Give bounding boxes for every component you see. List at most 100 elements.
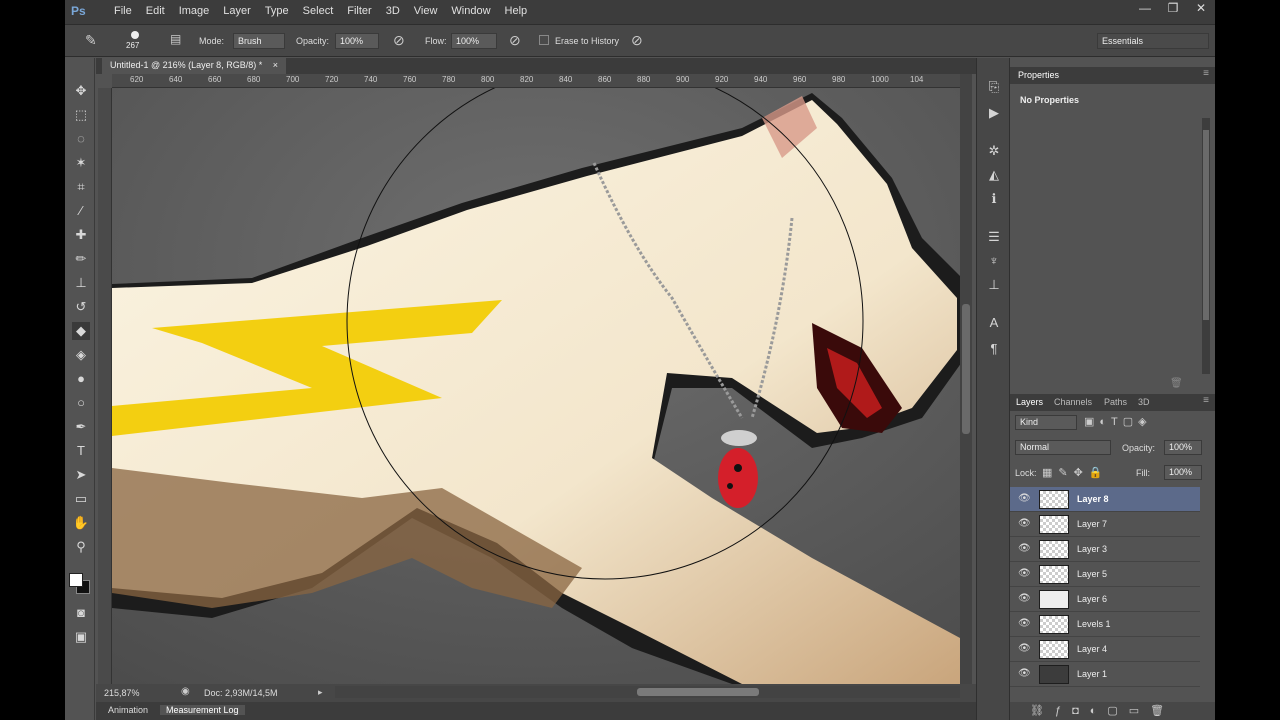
properties-scrollbar[interactable] [1202, 118, 1210, 374]
airbrush-icon[interactable]: ⊘ [509, 32, 521, 49]
menu-filter[interactable]: Filter [340, 5, 378, 17]
tab-paths[interactable]: Paths [1104, 397, 1127, 407]
brush-preset-picker[interactable]: 267 [125, 30, 147, 52]
tab-layers[interactable]: Layers [1016, 397, 1043, 407]
close-tab-icon[interactable]: × [273, 60, 278, 70]
vertical-scrollbar[interactable] [960, 74, 972, 684]
type-tool-icon[interactable]: T [72, 442, 90, 460]
quick-mask-icon[interactable]: ◙ [72, 604, 90, 622]
visibility-eye-icon[interactable]: 👁 [1018, 568, 1031, 579]
menu-help[interactable]: Help [498, 5, 535, 17]
pressure-size-icon[interactable]: ⊘ [631, 32, 643, 49]
workspace-select[interactable]: Essentials [1097, 33, 1209, 49]
document-canvas[interactable] [112, 88, 960, 684]
healing-brush-tool-icon[interactable]: ✚ [72, 226, 90, 244]
status-menu-arrow-icon[interactable]: ▸ [318, 687, 323, 698]
visibility-eye-icon[interactable]: 👁 [1018, 618, 1031, 629]
menu-view[interactable]: View [407, 5, 445, 17]
menu-file[interactable]: File [107, 5, 139, 17]
menu-layer[interactable]: Layer [216, 5, 258, 17]
history-brush-tool-icon[interactable]: ↺ [72, 298, 90, 316]
horizontal-scrollbar[interactable] [335, 686, 960, 698]
eraser-tool-icon[interactable]: ✎ [85, 32, 97, 49]
layer-row[interactable]: 👁 Layer 5 [1010, 562, 1200, 587]
brush-tool-icon[interactable]: ✏ [72, 250, 90, 268]
filter-kind-select[interactable]: Kind [1015, 415, 1077, 430]
layer-opacity-input[interactable]: 100% [1164, 440, 1202, 455]
layer-action-icons[interactable]: ⛓ƒ◘◐▢▭🗑 [1030, 704, 1175, 717]
screen-mode-icon[interactable]: ▣ [72, 628, 90, 646]
layer-filter-icons[interactable]: ▣◐T▢◈ [1084, 415, 1152, 428]
brush-panel-icon[interactable]: ▤ [170, 32, 181, 46]
layer-row[interactable]: 👁 Levels 1 [1010, 612, 1200, 637]
adjustments-panel-icon[interactable]: ☰ [985, 228, 1003, 246]
tab-3d[interactable]: 3D [1138, 397, 1150, 407]
tab-measurement-log[interactable]: Measurement Log [160, 705, 245, 715]
crop-tool-icon[interactable]: ⌗ [72, 178, 90, 196]
brush-presets-panel-icon[interactable]: ✲ [985, 142, 1003, 160]
erase-history-checkbox[interactable] [539, 35, 549, 45]
quick-select-tool-icon[interactable]: ✶ [72, 154, 90, 172]
info-panel-icon[interactable]: ℹ [985, 190, 1003, 208]
layers-menu-icon[interactable]: ≡ [1203, 395, 1209, 406]
move-tool-icon[interactable]: ✥ [72, 82, 90, 100]
tab-channels[interactable]: Channels [1054, 397, 1092, 407]
character-panel-icon[interactable]: A [985, 314, 1003, 332]
tab-animation[interactable]: Animation [102, 705, 154, 715]
zoom-level[interactable]: 215,87% [104, 688, 140, 698]
styles-panel-icon[interactable]: ♆ [985, 252, 1003, 270]
layer-row[interactable]: 👁 Layer 1 [1010, 662, 1200, 687]
flow-input[interactable]: 100% [451, 33, 497, 49]
minimize-button[interactable]: — [1131, 0, 1159, 18]
menu-window[interactable]: Window [444, 5, 497, 17]
trash-icon[interactable]: 🗑 [1170, 378, 1183, 389]
marquee-tool-icon[interactable]: ⬚ [72, 106, 90, 124]
mode-select[interactable]: Brush [233, 33, 285, 49]
shape-tool-icon[interactable]: ▭ [72, 490, 90, 508]
visibility-eye-icon[interactable]: 👁 [1018, 668, 1031, 679]
menu-select[interactable]: Select [296, 5, 341, 17]
menu-image[interactable]: Image [172, 5, 217, 17]
foreground-color-swatch[interactable] [69, 573, 83, 587]
visibility-eye-icon[interactable]: 👁 [1018, 518, 1031, 529]
layer-row[interactable]: 👁 Layer 4 [1010, 637, 1200, 662]
layer-row[interactable]: 👁 Layer 6 [1010, 587, 1200, 612]
paint-bucket-tool-icon[interactable]: ◈ [72, 346, 90, 364]
path-select-tool-icon[interactable]: ➤ [72, 466, 90, 484]
menu-type[interactable]: Type [258, 5, 296, 17]
visibility-eye-icon[interactable]: 👁 [1018, 643, 1031, 654]
clone-stamp-tool-icon[interactable]: ⊥ [72, 274, 90, 292]
menu-edit[interactable]: Edit [139, 5, 172, 17]
panel-menu-icon[interactable]: ≡ [1203, 68, 1209, 79]
layer-row[interactable]: 👁 Layer 3 [1010, 537, 1200, 562]
document-tab[interactable]: Untitled-1 @ 216% (Layer 8, RGB/8) * × [102, 58, 286, 74]
restore-button[interactable]: ❐ [1159, 0, 1187, 18]
eraser-tool-active-icon[interactable]: ◆ [72, 322, 90, 340]
layer-row[interactable]: 👁 Layer 7 [1010, 512, 1200, 537]
dodge-tool-icon[interactable]: ○ [72, 394, 90, 412]
horizontal-scroll-thumb[interactable] [637, 688, 759, 696]
blur-tool-icon[interactable]: ● [72, 370, 90, 388]
actions-panel-icon[interactable]: ▶ [985, 104, 1003, 122]
opacity-input[interactable]: 100% [335, 33, 379, 49]
eyedropper-tool-icon[interactable]: ⁄ [72, 202, 90, 220]
histogram-panel-icon[interactable]: ◭ [985, 166, 1003, 184]
tab-properties[interactable]: Properties [1018, 70, 1059, 80]
layer-row[interactable]: 👁 Layer 8 [1010, 487, 1200, 512]
menu-3d[interactable]: 3D [379, 5, 407, 17]
close-button[interactable]: ✕ [1187, 0, 1215, 18]
visibility-eye-icon[interactable]: 👁 [1018, 593, 1031, 604]
lock-icons[interactable]: ▦✎✥🔒 [1042, 466, 1109, 479]
visibility-eye-icon[interactable]: 👁 [1018, 493, 1031, 504]
pressure-opacity-icon[interactable]: ⊘ [393, 32, 405, 49]
blend-mode-select[interactable]: Normal [1015, 440, 1111, 455]
history-panel-icon[interactable]: ⎘ [985, 78, 1003, 96]
zoom-tool-icon[interactable]: ⚲ [72, 538, 90, 556]
pen-tool-icon[interactable]: ✒ [72, 418, 90, 436]
lasso-tool-icon[interactable]: ◌ [72, 130, 90, 148]
clone-source-panel-icon[interactable]: ⊥ [985, 276, 1003, 294]
paragraph-panel-icon[interactable]: ¶ [985, 340, 1003, 358]
visibility-eye-icon[interactable]: 👁 [1018, 543, 1031, 554]
properties-scroll-thumb[interactable] [1203, 130, 1209, 320]
fill-input[interactable]: 100% [1164, 465, 1202, 480]
